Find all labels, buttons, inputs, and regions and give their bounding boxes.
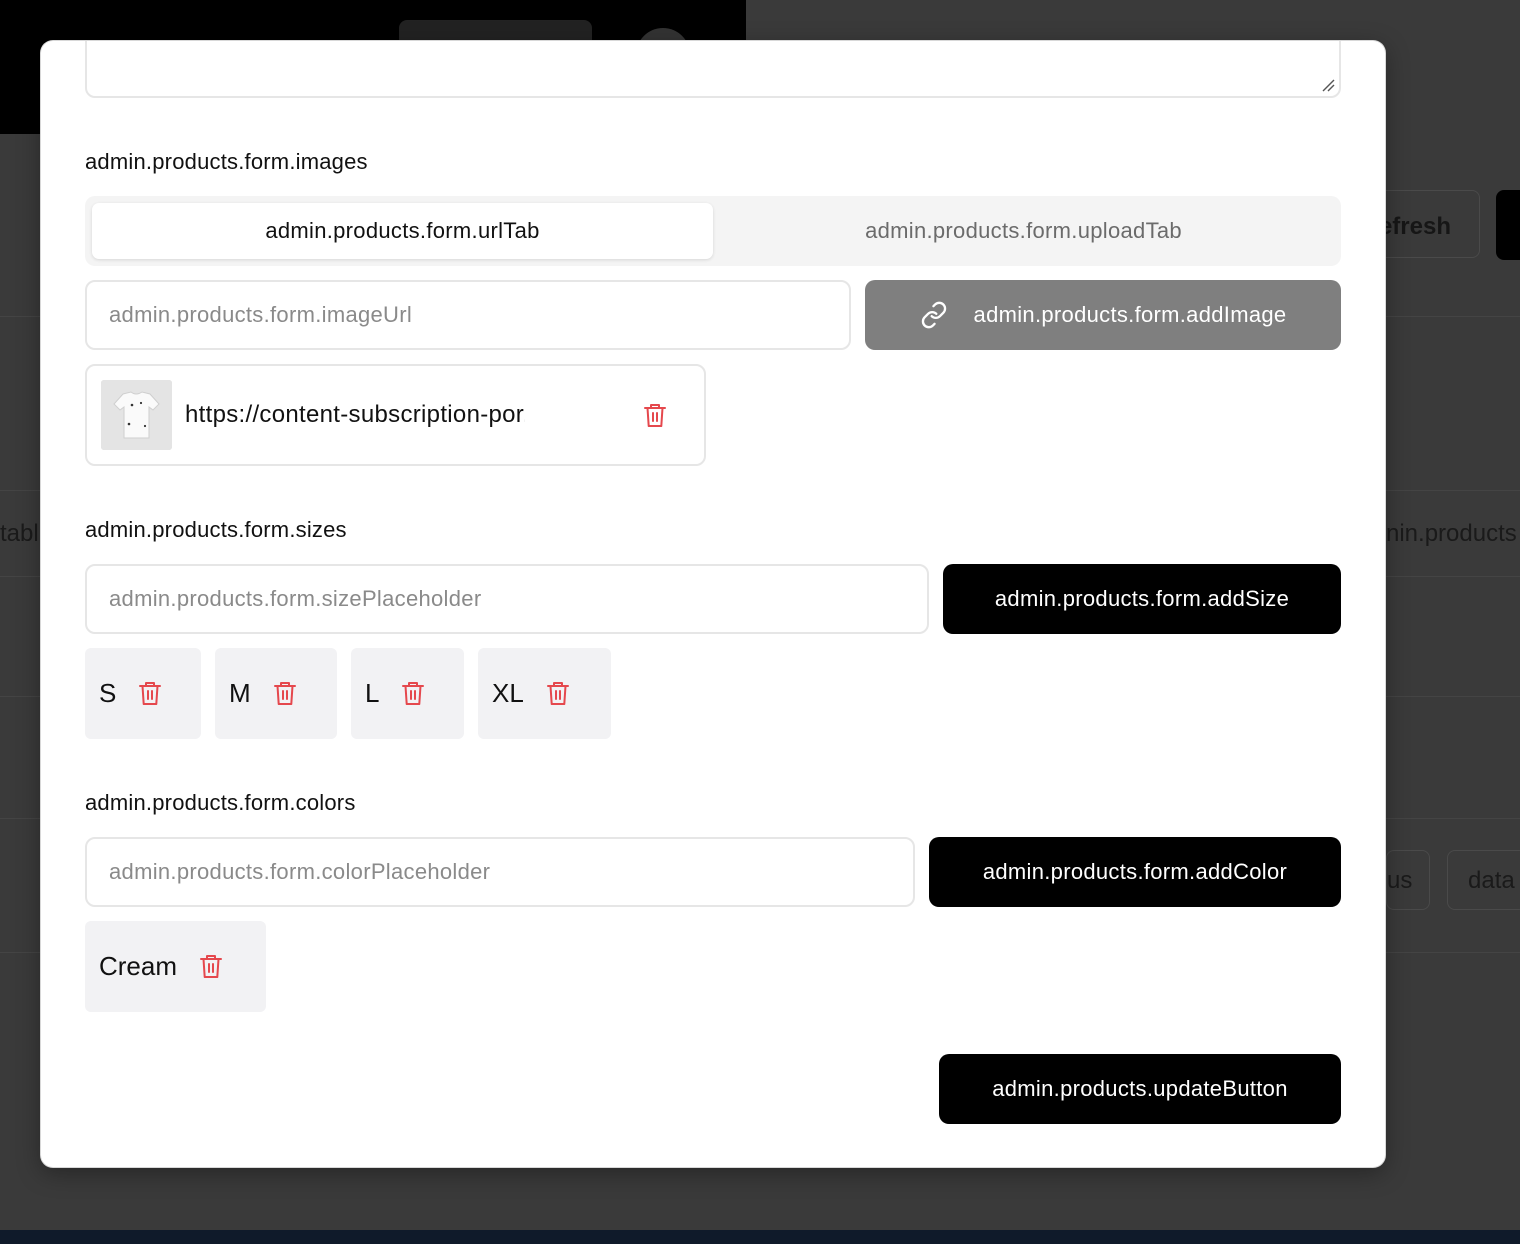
background-primary-button <box>1496 190 1520 260</box>
tab-upload[interactable]: admin.products.form.uploadTab <box>713 203 1334 259</box>
description-textarea[interactable] <box>85 41 1341 98</box>
trash-icon[interactable] <box>199 953 223 980</box>
image-url-text: https://content-subscription-por... <box>185 401 525 428</box>
update-product-button[interactable]: admin.products.updateButton <box>939 1054 1341 1124</box>
size-chip-label: XL <box>492 678 524 708</box>
edit-product-modal: admin.products.form.images admin.product… <box>41 41 1385 1167</box>
size-chip: M <box>215 648 337 739</box>
size-chip-label: S <box>99 678 117 708</box>
background-status-chip: us <box>1386 850 1430 910</box>
trash-icon[interactable] <box>401 680 425 707</box>
size-chip-label: M <box>229 678 251 708</box>
trash-icon[interactable] <box>138 680 162 707</box>
size-chip: S <box>85 648 201 739</box>
colors-label: admin.products.form.colors <box>85 790 356 815</box>
tab-url[interactable]: admin.products.form.urlTab <box>92 203 713 259</box>
trash-icon[interactable] <box>546 680 570 707</box>
resize-handle-icon[interactable] <box>1321 78 1335 92</box>
size-chip: XL <box>478 648 611 739</box>
background-table-text: tabl <box>0 520 39 547</box>
image-source-tabs: admin.products.form.urlTab admin.product… <box>85 196 1341 266</box>
image-list-item: https://content-subscription-por... <box>85 364 706 466</box>
image-url-input[interactable]: admin.products.form.imageUrl <box>85 280 851 350</box>
background-data-chip: data <box>1447 850 1520 910</box>
trash-icon[interactable] <box>273 680 297 707</box>
background-column-text: nin.products <box>1386 520 1517 547</box>
background-footer <box>0 1230 1520 1244</box>
size-input[interactable]: admin.products.form.sizePlaceholder <box>85 564 929 634</box>
add-color-button[interactable]: admin.products.form.addColor <box>929 837 1341 907</box>
link-icon <box>921 301 946 329</box>
size-chip-label: L <box>365 678 380 708</box>
size-chip: L <box>351 648 464 739</box>
color-chip: Cream <box>85 921 266 1012</box>
add-image-label: admin.products.form.addImage <box>973 302 1287 327</box>
add-size-button[interactable]: admin.products.form.addSize <box>943 564 1341 634</box>
images-label: admin.products.form.images <box>85 149 368 174</box>
trash-icon[interactable] <box>643 402 667 429</box>
color-chip-label: Cream <box>99 951 178 981</box>
sizes-label: admin.products.form.sizes <box>85 517 347 542</box>
color-input[interactable]: admin.products.form.colorPlaceholder <box>85 837 915 907</box>
add-image-button[interactable]: admin.products.form.addImage <box>865 280 1341 350</box>
image-thumbnail <box>101 380 172 450</box>
